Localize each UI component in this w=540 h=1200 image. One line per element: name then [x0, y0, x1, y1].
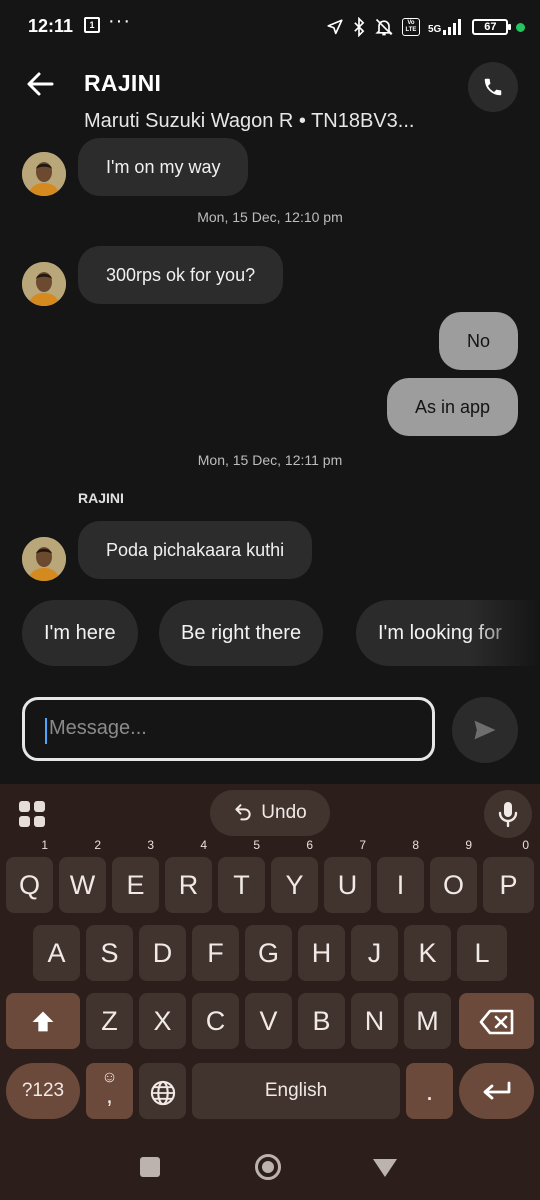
contact-name: RAJINI [84, 70, 162, 96]
undo-label: Undo [261, 802, 307, 823]
message-bubble-incoming: I'm on my way [78, 138, 249, 196]
emoji-comma-key[interactable]: ☺ , [86, 1063, 133, 1119]
vehicle-details: Maruti Suzuki Wagon R • TN18BV3... [84, 110, 415, 132]
undo-icon [235, 804, 251, 821]
message-bubble-outgoing: As in app [386, 378, 518, 436]
message-placeholder: Message... [49, 717, 147, 739]
key-g[interactable]: G [245, 925, 292, 981]
quick-reply-chip[interactable]: I'm here [22, 600, 138, 666]
key-x[interactable]: X [139, 993, 186, 1049]
key-r[interactable]: 4R [165, 839, 212, 913]
backspace-icon [479, 1009, 513, 1035]
grid-icon [19, 801, 45, 827]
comma-label: , [106, 1082, 113, 1109]
quick-reply-chip[interactable]: Be right there [159, 600, 324, 666]
signal-icon [443, 19, 462, 35]
status-time: 12:11 [28, 16, 74, 36]
key-i[interactable]: 8I [377, 839, 424, 913]
avatar [22, 537, 66, 581]
shift-icon [32, 1011, 54, 1032]
calendar-notification-icon: 1 [84, 17, 100, 33]
status-bar: 12:11 1 ··· Vo LTE 5G 67 [0, 0, 540, 56]
enter-key[interactable] [459, 1063, 534, 1119]
message-bubble-outgoing: No [438, 312, 518, 370]
key-k[interactable]: K [404, 925, 451, 981]
privacy-indicator-dot [516, 22, 526, 32]
avatar [22, 262, 66, 306]
keyboard-apps-icon[interactable] [18, 800, 46, 828]
bluetooth-icon [354, 17, 365, 37]
volte-icon: Vo LTE [402, 18, 420, 36]
back-button[interactable] [24, 68, 56, 100]
network-5g-icon: 5G [428, 19, 464, 35]
navigation-bar [0, 1120, 540, 1200]
driver-photo-icon [22, 262, 66, 306]
key-q[interactable]: 1Q [6, 839, 53, 913]
key-h[interactable]: H [298, 925, 345, 981]
shift-key[interactable] [6, 993, 80, 1049]
language-key[interactable] [139, 1063, 186, 1119]
home-button[interactable] [255, 1154, 281, 1180]
message-input[interactable]: Message... [22, 697, 435, 761]
mute-icon [375, 18, 393, 36]
send-button[interactable] [452, 697, 518, 763]
key-j[interactable]: J [351, 925, 398, 981]
driver-photo-icon [22, 152, 66, 196]
key-t[interactable]: 5T [218, 839, 265, 913]
enter-icon [483, 1081, 510, 1100]
key-o[interactable]: 9O [430, 839, 477, 913]
key-e[interactable]: 3E [112, 839, 159, 913]
key-b[interactable]: B [298, 993, 345, 1049]
key-m[interactable]: M [404, 993, 451, 1049]
battery-icon: 67 [472, 19, 512, 35]
send-icon [474, 720, 496, 740]
scroll-fade [470, 596, 540, 670]
key-f[interactable]: F [192, 925, 239, 981]
key-z[interactable]: Z [86, 993, 133, 1049]
message-bubble-incoming: 300rps ok for you? [78, 246, 284, 304]
backspace-key[interactable] [459, 993, 534, 1049]
key-n[interactable]: N [351, 993, 398, 1049]
period-key[interactable]: . [406, 1063, 453, 1119]
globe-icon [150, 1080, 175, 1106]
microphone-icon [498, 802, 518, 827]
call-button[interactable] [468, 62, 518, 112]
key-a[interactable]: A [33, 925, 80, 981]
more-notifications-icon: ··· [108, 10, 131, 32]
avatar [22, 152, 66, 196]
text-cursor [45, 718, 47, 744]
symbols-key[interactable]: ?123 [6, 1063, 80, 1119]
key-u[interactable]: 7U [324, 839, 371, 913]
undo-button[interactable]: Undo [210, 790, 330, 836]
recents-button[interactable] [140, 1157, 160, 1177]
location-icon [327, 19, 343, 35]
key-p[interactable]: 0P [483, 839, 534, 913]
back-nav-button[interactable] [372, 1158, 398, 1178]
message-timestamp: Mon, 15 Dec, 12:11 pm [197, 452, 343, 468]
space-key[interactable]: English [192, 1063, 400, 1119]
arrow-left-icon [27, 72, 54, 96]
driver-photo-icon [22, 537, 66, 581]
key-d[interactable]: D [139, 925, 186, 981]
key-s[interactable]: S [86, 925, 133, 981]
key-y[interactable]: 6Y [271, 839, 318, 913]
home-dot-icon [262, 1161, 274, 1173]
message-timestamp: Mon, 15 Dec, 12:10 pm [197, 209, 343, 225]
message-bubble-incoming: Poda pichakaara kuthi [78, 521, 313, 579]
sender-name: RAJINI [78, 490, 124, 506]
key-v[interactable]: V [245, 993, 292, 1049]
status-icons: Vo LTE 5G 67 [326, 16, 526, 38]
key-w[interactable]: 2W [59, 839, 106, 913]
key-l[interactable]: L [457, 925, 507, 981]
phone-icon [484, 78, 502, 96]
voice-input-button[interactable] [484, 790, 532, 838]
key-c[interactable]: C [192, 993, 239, 1049]
